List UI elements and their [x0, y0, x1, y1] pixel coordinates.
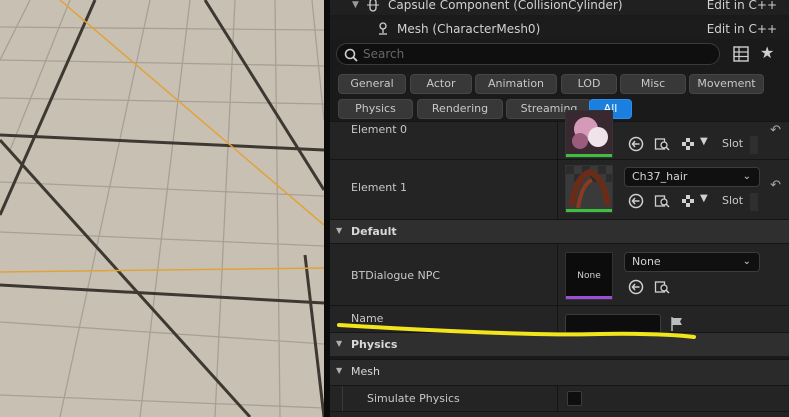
filter-physics[interactable]: Physics — [338, 99, 413, 119]
category-default[interactable]: ▼ Default — [330, 219, 789, 243]
use-selected-asset-icon[interactable] — [628, 193, 644, 209]
level-viewport[interactable] — [0, 0, 324, 417]
collapse-arrow-icon: ▼ — [336, 339, 343, 348]
category-physics-label: Physics — [351, 338, 398, 351]
filter-animation[interactable]: Animation — [475, 74, 557, 94]
bt-dialogue-npc-row: BTDialogue NPC None None ⌄ — [330, 243, 789, 305]
element-0-material-preview — [566, 111, 612, 157]
filter-movement[interactable]: Movement — [689, 74, 764, 94]
element-1-material-value: Ch37_hair — [632, 170, 688, 183]
element-1-material-preview — [566, 166, 612, 212]
element-1-thumbnail[interactable] — [565, 165, 613, 213]
details-panel: ▼ Capsule Component (CollisionCylinder) … — [330, 0, 789, 417]
simulate-physics-checkbox[interactable] — [567, 391, 582, 406]
bt-dialogue-npc-label: BTDialogue NPC — [351, 269, 441, 282]
bt-dialogue-value: None — [632, 255, 661, 268]
viewport-floor-grid — [0, 0, 324, 417]
filter-lod[interactable]: LOD — [561, 74, 617, 94]
filter-rendering[interactable]: Rendering — [417, 99, 503, 119]
use-selected-asset-icon[interactable] — [628, 136, 644, 152]
reset-to-default-icon[interactable]: ↶ — [770, 178, 781, 193]
element-0-thumbnail[interactable] — [565, 110, 613, 158]
filter-general[interactable]: General — [338, 74, 406, 94]
element-1-label: Element 1 — [351, 181, 408, 194]
element-0-asset-bar — [566, 154, 612, 157]
subcategory-mesh-label: Mesh — [351, 365, 380, 378]
localization-flag-icon[interactable] — [670, 316, 684, 332]
search-icon — [344, 48, 358, 62]
material-options-chevron-icon[interactable]: ▼ — [700, 136, 708, 147]
name-row: Name — [330, 305, 789, 334]
subcategory-mesh[interactable]: ▼ Mesh — [330, 359, 789, 385]
material-element-0-row: Element 0 ▼ Slot ↶ — [330, 110, 789, 159]
search-input[interactable] — [363, 45, 713, 63]
property-matrix-icon[interactable] — [733, 46, 749, 62]
mesh-edit-cpp-link[interactable]: Edit in C++ — [707, 19, 777, 39]
browse-asset-icon[interactable] — [654, 136, 670, 152]
filter-misc[interactable]: Misc — [620, 74, 686, 94]
category-physics[interactable]: ▼ Physics — [330, 332, 789, 356]
bt-asset-bar — [566, 296, 612, 299]
bt-dialogue-thumbnail[interactable]: None — [565, 252, 613, 300]
chevron-down-icon: ⌄ — [742, 256, 751, 267]
element-1-slot-label: Slot — [722, 194, 744, 207]
skeletal-mesh-icon — [379, 22, 387, 35]
mesh-component-label: Mesh (CharacterMesh0) — [397, 22, 541, 36]
element-0-slot-label: Slot — [722, 137, 744, 150]
element-1-material-dropdown[interactable]: Ch37_hair ⌄ — [624, 167, 760, 187]
element-1-asset-bar — [566, 209, 612, 212]
category-default-label: Default — [351, 225, 397, 238]
material-options-chevron-icon[interactable]: ▼ — [700, 193, 708, 204]
component-tree-capsule[interactable]: ▼ Capsule Component (CollisionCylinder) … — [330, 0, 789, 15]
collapse-arrow-icon: ▼ — [336, 366, 343, 375]
favorites-star-icon[interactable]: ★ — [760, 44, 774, 62]
details-search-box[interactable] — [336, 43, 720, 65]
simulate-physics-label: Simulate Physics — [367, 392, 460, 405]
capsule-edit-cpp-link[interactable]: Edit in C++ — [707, 0, 777, 15]
capsule-component-icon — [367, 0, 379, 12]
name-input[interactable] — [565, 314, 661, 334]
collapse-arrow-icon[interactable]: ▼ — [352, 0, 359, 15]
bt-dialogue-dropdown[interactable]: None ⌄ — [624, 252, 760, 272]
browse-asset-icon[interactable] — [654, 279, 670, 295]
simulate-physics-row: Simulate Physics — [330, 385, 789, 411]
capsule-component-label: Capsule Component (CollisionCylinder) — [388, 0, 623, 12]
material-element-1-row: Element 1 Ch37_hair ⌄ ▼ Slot ↶ — [330, 159, 789, 219]
material-options-checker-icon[interactable] — [680, 136, 696, 152]
component-tree-mesh[interactable]: Mesh (CharacterMesh0) Edit in C++ — [330, 19, 789, 39]
use-selected-asset-icon[interactable] — [628, 279, 644, 295]
browse-asset-icon[interactable] — [654, 193, 670, 209]
collapse-arrow-icon: ▼ — [336, 226, 343, 235]
bt-thumbnail-none-text: None — [577, 271, 601, 281]
element-0-label: Element 0 — [351, 123, 408, 136]
name-label: Name — [351, 312, 384, 325]
material-options-checker-icon[interactable] — [680, 193, 696, 209]
filter-actor[interactable]: Actor — [410, 74, 472, 94]
chevron-down-icon: ⌄ — [742, 171, 751, 182]
reset-to-default-icon[interactable]: ↶ — [770, 123, 781, 138]
